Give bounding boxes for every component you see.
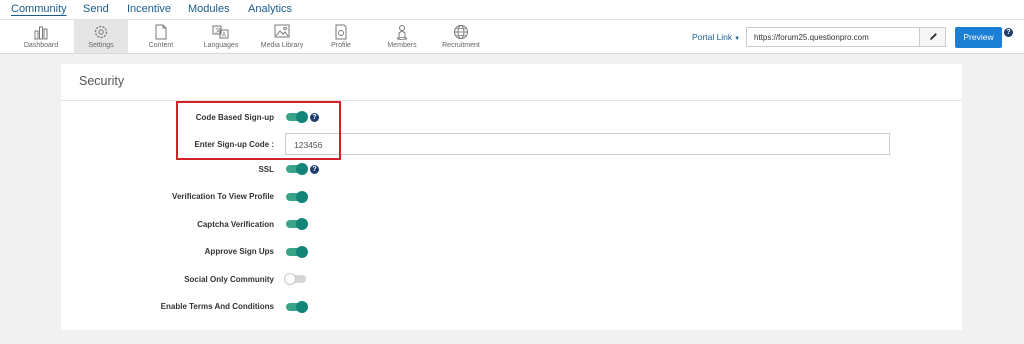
pencil-icon — [930, 33, 937, 40]
translate-icon: 文 A — [212, 25, 229, 39]
portal-url-field[interactable]: https://forum25.questionpro.com — [746, 27, 946, 47]
svg-text:文: 文 — [215, 27, 221, 35]
verification-profile-toggle[interactable] — [286, 191, 308, 203]
page-icon — [155, 24, 167, 40]
toolbar-item-languages[interactable]: 文 A Languages — [196, 20, 246, 53]
signup-code-input[interactable]: 123456 — [285, 133, 890, 155]
terms-label: Enable Terms And Conditions — [160, 302, 274, 311]
tab-incentive[interactable]: Incentive — [127, 3, 171, 15]
toolbar-item-profile[interactable]: Profile — [322, 20, 360, 53]
edit-url-button[interactable] — [919, 28, 945, 46]
ssl-label: SSL — [258, 165, 274, 174]
toolbar-item-recruitment[interactable]: Recruitment — [438, 20, 484, 53]
tab-analytics[interactable]: Analytics — [248, 3, 292, 15]
top-nav: Community Send Incentive Modules Analyti… — [0, 0, 1024, 20]
portal-link-dropdown[interactable]: Portal Link ▼ — [692, 32, 740, 42]
help-icon[interactable]: ? — [310, 165, 319, 174]
terms-toggle[interactable] — [286, 301, 308, 313]
toolbar-item-members[interactable]: Members — [380, 20, 424, 53]
toolbar-item-settings[interactable]: Settings — [74, 20, 128, 53]
social-only-label: Social Only Community — [184, 275, 274, 284]
toolbar-item-dashboard[interactable]: Dashboard — [16, 20, 66, 53]
help-icon[interactable]: ? — [1004, 28, 1013, 37]
social-only-toggle[interactable] — [284, 273, 306, 285]
tab-community[interactable]: Community — [11, 3, 67, 15]
tab-modules[interactable]: Modules — [188, 3, 230, 15]
verification-profile-label: Verification To View Profile — [172, 192, 274, 201]
profile-icon — [335, 24, 347, 40]
captcha-label: Captcha Verification — [197, 220, 274, 229]
chevron-down-icon: ▼ — [734, 36, 741, 42]
captcha-toggle[interactable] — [286, 218, 308, 230]
tab-send[interactable]: Send — [83, 3, 109, 15]
person-icon — [396, 25, 408, 40]
image-icon — [274, 24, 290, 38]
svg-text:A: A — [222, 32, 227, 39]
approve-signups-toggle[interactable] — [286, 246, 308, 258]
page-title: Security — [79, 74, 125, 88]
portal-url-value: https://forum25.questionpro.com — [754, 33, 869, 42]
bar-chart-icon — [34, 26, 48, 40]
approve-signups-label: Approve Sign Ups — [204, 247, 274, 256]
preview-button[interactable]: Preview — [955, 27, 1002, 48]
globe-icon — [454, 25, 468, 39]
highlight-box — [176, 101, 341, 160]
toolbar-item-media-library[interactable]: Media Library — [254, 20, 310, 53]
ssl-toggle[interactable] — [286, 163, 308, 175]
gear-icon — [94, 25, 108, 39]
toolbar-item-content[interactable]: Content — [138, 20, 184, 53]
